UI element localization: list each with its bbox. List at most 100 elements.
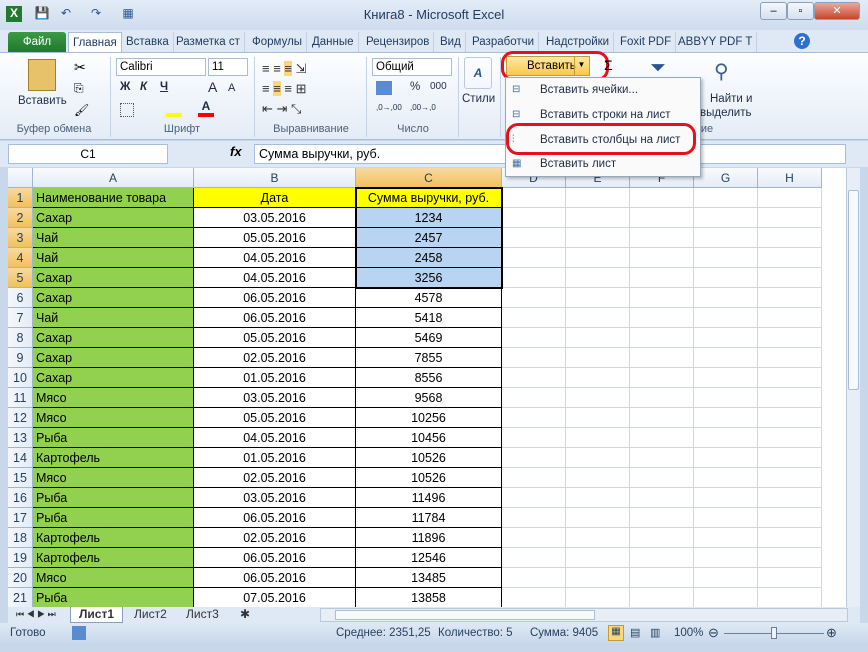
cell-A3[interactable]: Чай: [33, 228, 194, 248]
cell-A15[interactable]: Мясо: [33, 468, 194, 488]
cell-empty[interactable]: [502, 548, 566, 568]
copy-icon[interactable]: ⎘: [74, 81, 84, 96]
cell-empty[interactable]: [630, 228, 694, 248]
cell-empty[interactable]: [758, 388, 822, 408]
cell-empty[interactable]: [694, 548, 758, 568]
cell-A12[interactable]: Мясо: [33, 408, 194, 428]
tab-home[interactable]: Главная: [68, 32, 122, 52]
styles-icon[interactable]: A: [464, 57, 492, 89]
alignment-buttons[interactable]: ≡ ≡ ≡ ⇲ ≡ ≡ ≡ ⊞ ⇤ ⇥ ⤡: [262, 59, 346, 119]
cell-B3[interactable]: 05.05.2016: [194, 228, 356, 248]
row-header[interactable]: 21: [8, 588, 33, 608]
maximize-button[interactable]: ▫: [787, 2, 814, 20]
decrease-decimal-button[interactable]: ,00→,0: [410, 103, 436, 112]
cell-empty[interactable]: [758, 468, 822, 488]
cell-empty[interactable]: [502, 328, 566, 348]
cell-empty[interactable]: [694, 588, 758, 608]
cell-empty[interactable]: [630, 208, 694, 228]
cell-empty[interactable]: [502, 388, 566, 408]
cell-empty[interactable]: [758, 208, 822, 228]
cell-empty[interactable]: [758, 308, 822, 328]
cell-empty[interactable]: [694, 208, 758, 228]
styles-button[interactable]: Стили: [462, 93, 495, 105]
cell-empty[interactable]: [758, 408, 822, 428]
cell-empty[interactable]: [630, 548, 694, 568]
shrink-font-button[interactable]: A: [228, 82, 235, 94]
cell-empty[interactable]: [758, 188, 822, 208]
cell-empty[interactable]: [758, 448, 822, 468]
cell-empty[interactable]: [566, 228, 630, 248]
cell-empty[interactable]: [566, 368, 630, 388]
row-header[interactable]: 7: [8, 308, 33, 328]
cell-A5[interactable]: Сахар: [33, 268, 194, 288]
row-header[interactable]: 9: [8, 348, 33, 368]
cell-empty[interactable]: [502, 208, 566, 228]
tab-addins[interactable]: Надстройки: [542, 32, 615, 52]
cell-empty[interactable]: [566, 508, 630, 528]
font-name-select[interactable]: Calibri: [116, 58, 206, 76]
cell-empty[interactable]: [694, 468, 758, 488]
cell-A1[interactable]: Наименование товара: [33, 188, 194, 208]
cell-empty[interactable]: [502, 308, 566, 328]
tab-view[interactable]: Вид: [436, 32, 466, 52]
cell-A6[interactable]: Сахар: [33, 288, 194, 308]
cell-C21[interactable]: 13858: [356, 588, 502, 608]
cell-empty[interactable]: [630, 448, 694, 468]
increase-decimal-button[interactable]: ,0→,00: [376, 103, 402, 112]
select-label[interactable]: выделить: [700, 107, 752, 119]
underline-button[interactable]: Ч: [160, 81, 168, 93]
row-header[interactable]: 17: [8, 508, 33, 528]
cell-empty[interactable]: [694, 188, 758, 208]
cell-C14[interactable]: 10526: [356, 448, 502, 468]
cell-C1[interactable]: Сумма выручки, руб.: [356, 188, 502, 208]
cell-empty[interactable]: [630, 468, 694, 488]
cell-C9[interactable]: 7855: [356, 348, 502, 368]
fill-color-icon[interactable]: [166, 101, 182, 117]
cell-empty[interactable]: [758, 288, 822, 308]
cell-empty[interactable]: [566, 248, 630, 268]
cell-empty[interactable]: [694, 508, 758, 528]
cell-empty[interactable]: [758, 428, 822, 448]
cell-empty[interactable]: [758, 588, 822, 608]
cell-empty[interactable]: [694, 568, 758, 588]
cell-empty[interactable]: [502, 488, 566, 508]
cell-empty[interactable]: [566, 328, 630, 348]
cell-empty[interactable]: [630, 528, 694, 548]
cell-B13[interactable]: 04.05.2016: [194, 428, 356, 448]
cell-B5[interactable]: 04.05.2016: [194, 268, 356, 288]
cell-C12[interactable]: 10256: [356, 408, 502, 428]
cell-empty[interactable]: [630, 508, 694, 528]
cell-B20[interactable]: 06.05.2016: [194, 568, 356, 588]
paste-button[interactable]: Вставить: [18, 95, 67, 107]
column-header-A[interactable]: A: [33, 168, 194, 188]
row-header[interactable]: 4: [8, 248, 33, 268]
cell-C18[interactable]: 11896: [356, 528, 502, 548]
help-icon[interactable]: ?: [794, 33, 810, 49]
cell-C5[interactable]: 3256: [356, 268, 502, 288]
cell-A19[interactable]: Картофель: [33, 548, 194, 568]
borders-icon[interactable]: [120, 103, 134, 117]
cell-empty[interactable]: [630, 428, 694, 448]
cell-A10[interactable]: Сахар: [33, 368, 194, 388]
sheet-tab-2[interactable]: Лист2: [126, 607, 175, 623]
cell-B11[interactable]: 03.05.2016: [194, 388, 356, 408]
cell-empty[interactable]: [758, 528, 822, 548]
thousands-button[interactable]: 000: [430, 81, 447, 92]
row-header[interactable]: 20: [8, 568, 33, 588]
hscroll-thumb[interactable]: [335, 610, 595, 620]
cell-C7[interactable]: 5418: [356, 308, 502, 328]
cell-empty[interactable]: [630, 588, 694, 608]
paste-icon[interactable]: [28, 59, 56, 91]
cell-B2[interactable]: 03.05.2016: [194, 208, 356, 228]
cell-empty[interactable]: [630, 268, 694, 288]
sheet-tab-3[interactable]: Лист3: [178, 607, 227, 623]
tab-abbyy[interactable]: ABBYY PDF T: [674, 32, 758, 52]
cell-B21[interactable]: 07.05.2016: [194, 588, 356, 608]
cell-empty[interactable]: [630, 368, 694, 388]
cell-empty[interactable]: [630, 348, 694, 368]
cell-empty[interactable]: [630, 408, 694, 428]
cell-empty[interactable]: [630, 328, 694, 348]
row-header[interactable]: 16: [8, 488, 33, 508]
tab-foxit[interactable]: Foxit PDF: [616, 32, 677, 52]
cell-empty[interactable]: [694, 408, 758, 428]
